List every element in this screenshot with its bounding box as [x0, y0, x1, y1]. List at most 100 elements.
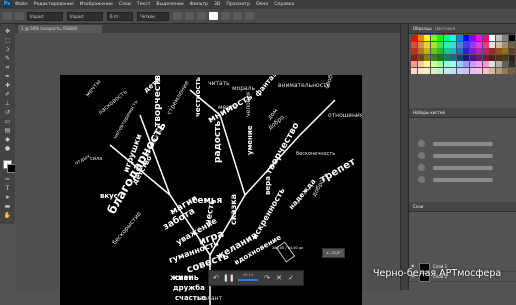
color-swatch[interactable] [489, 61, 495, 67]
menu-window[interactable]: Окно [256, 2, 268, 7]
color-swatch[interactable] [502, 35, 508, 41]
cancel-icon[interactable]: ✕ [274, 273, 284, 283]
color-swatch[interactable] [430, 61, 437, 67]
color-swatch[interactable] [437, 54, 443, 61]
hand-tool-icon[interactable]: ✋ [3, 212, 12, 219]
marquee-tool-icon[interactable]: ⬚ [3, 37, 12, 44]
color-swatch[interactable] [437, 35, 443, 41]
brush-tip-preview[interactable] [418, 164, 425, 171]
color-swatch[interactable] [411, 48, 417, 54]
brush-tip-preview[interactable] [418, 140, 425, 147]
history-brush-tool-icon[interactable]: ↺ [3, 109, 12, 116]
color-swatch[interactable] [437, 67, 443, 74]
color-swatch[interactable] [450, 41, 456, 48]
color-swatch[interactable] [476, 41, 482, 48]
color-swatch[interactable] [469, 48, 476, 54]
color-swatch[interactable] [476, 35, 482, 41]
character-panel-button[interactable] [233, 12, 242, 20]
color-swatch[interactable] [502, 48, 508, 54]
text-color-swatch[interactable] [209, 12, 218, 20]
color-swatch[interactable] [430, 41, 437, 48]
color-swatch[interactable] [411, 61, 417, 67]
color-swatch[interactable] [502, 67, 508, 74]
color-swatch[interactable] [495, 41, 502, 48]
color-swatch[interactable] [456, 67, 463, 74]
color-swatch[interactable] [411, 35, 417, 41]
color-swatch[interactable] [508, 35, 515, 41]
font-size-field[interactable]: 6 пт [107, 11, 133, 21]
color-swatch[interactable] [463, 41, 469, 48]
brush-stroke-preview[interactable] [433, 154, 493, 158]
brush-tip-preview[interactable] [418, 176, 425, 183]
forward-icon[interactable]: ↷ [262, 273, 272, 283]
color-swatch[interactable] [476, 54, 482, 61]
color-swatch[interactable] [463, 67, 469, 74]
menu-type[interactable]: Текст [137, 2, 151, 7]
type-tool-icon[interactable]: T [3, 185, 12, 192]
color-swatch[interactable] [437, 48, 443, 54]
menu-layers[interactable]: Слои [119, 2, 131, 7]
pause-icon[interactable]: ❚❚ [223, 273, 235, 283]
color-tab[interactable]: Цветовой [435, 25, 455, 32]
align-center-button[interactable] [185, 12, 194, 20]
color-swatch[interactable] [430, 35, 437, 41]
menu-3d[interactable]: 3D [214, 2, 220, 7]
color-swatch[interactable] [476, 48, 482, 54]
swatches-tab[interactable]: Образцы [413, 25, 432, 32]
color-swatch[interactable] [456, 41, 463, 48]
color-swatch[interactable] [495, 35, 502, 41]
color-swatch[interactable] [424, 67, 430, 74]
color-swatch[interactable] [502, 41, 508, 48]
healing-tool-icon[interactable]: ✚ [3, 82, 12, 89]
color-swatch[interactable] [476, 61, 482, 67]
eyedropper-tool-icon[interactable]: ✒ [3, 73, 12, 80]
color-swatch[interactable] [443, 41, 450, 48]
color-swatch[interactable] [437, 41, 443, 48]
tool-preset-button[interactable] [3, 12, 12, 20]
color-swatch[interactable] [495, 67, 502, 74]
color-swatch[interactable] [417, 67, 424, 74]
color-swatch[interactable] [469, 61, 476, 67]
commit-icon[interactable]: ✓ [286, 273, 296, 283]
color-swatch[interactable] [463, 48, 469, 54]
color-swatch[interactable] [411, 67, 417, 74]
color-swatch[interactable] [430, 54, 437, 61]
color-swatch[interactable] [476, 67, 482, 74]
color-swatch[interactable] [463, 54, 469, 61]
color-swatch[interactable] [482, 67, 489, 74]
document-tab[interactable]: 1 @ 50% (скорость, RGB/8) [18, 25, 102, 33]
color-swatch[interactable] [482, 41, 489, 48]
brush-tip-preview[interactable] [418, 152, 425, 159]
color-swatch[interactable] [482, 35, 489, 41]
font-family-field[interactable]: Impact [27, 11, 63, 21]
color-swatch[interactable] [469, 35, 476, 41]
color-swatch[interactable] [489, 41, 495, 48]
antialias-field[interactable]: Четкое [137, 11, 169, 21]
align-left-button[interactable] [173, 12, 182, 20]
color-swatch[interactable] [456, 61, 463, 67]
color-swatch[interactable] [450, 67, 456, 74]
stamp-tool-icon[interactable]: ⊥ [3, 100, 12, 107]
menu-file[interactable]: Файл [15, 2, 28, 7]
warp-text-button[interactable] [221, 12, 230, 20]
menu-view[interactable]: Просмотр [226, 2, 250, 7]
color-swatch[interactable] [482, 48, 489, 54]
text-orientation-button[interactable] [15, 12, 24, 20]
color-swatch[interactable] [450, 48, 456, 54]
color-swatch[interactable] [495, 61, 502, 67]
dodge-tool-icon[interactable]: ● [3, 145, 12, 152]
color-swatch[interactable] [456, 54, 463, 61]
color-swatch[interactable] [489, 54, 495, 61]
brush-stroke-preview[interactable] [433, 166, 493, 170]
color-swatch[interactable] [469, 67, 476, 74]
color-swatch[interactable] [508, 61, 515, 67]
color-swatch[interactable] [469, 54, 476, 61]
rewind-icon[interactable]: ↶ [211, 273, 221, 283]
color-swatch[interactable] [463, 35, 469, 41]
move-tool-icon[interactable]: ✥ [3, 28, 12, 35]
color-swatch[interactable] [489, 67, 495, 74]
align-right-button[interactable] [197, 12, 206, 20]
color-swatch[interactable] [489, 35, 495, 41]
brush-stroke-preview[interactable] [433, 142, 493, 146]
color-swatch[interactable] [456, 48, 463, 54]
